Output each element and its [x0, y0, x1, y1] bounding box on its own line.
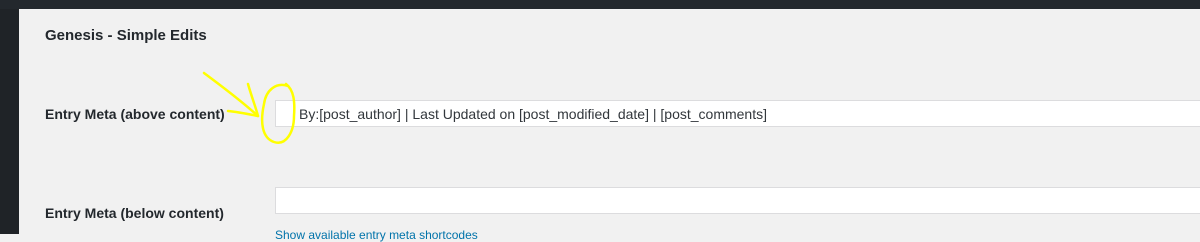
settings-panel: Genesis - Simple Edits Entry Meta (above… — [19, 9, 1200, 242]
entry-meta-below-label: Entry Meta (below content) — [45, 205, 224, 221]
entry-meta-above-label: Entry Meta (above content) — [45, 106, 225, 122]
entry-meta-below-input[interactable] — [275, 187, 1200, 214]
entry-meta-above-input[interactable] — [275, 100, 1200, 127]
panel-title: Genesis - Simple Edits — [45, 27, 207, 44]
admin-top-bar — [0, 0, 1200, 9]
admin-sidebar-edge — [0, 9, 19, 234]
